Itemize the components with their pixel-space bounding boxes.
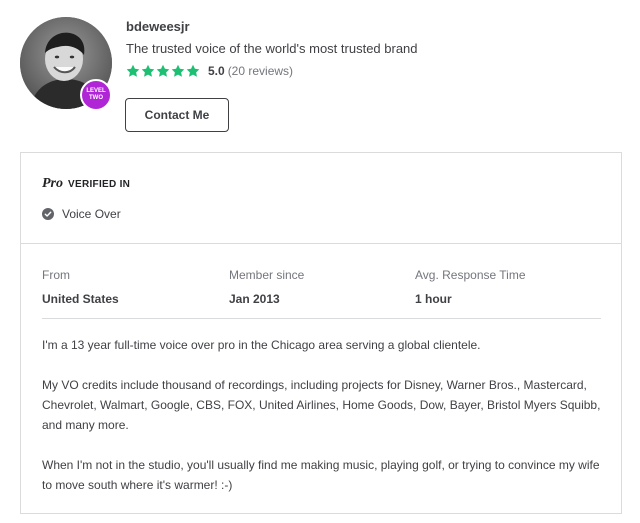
pro-logo: Pro	[42, 176, 63, 191]
contact-me-button[interactable]: Contact Me	[125, 98, 229, 132]
check-circle-icon	[42, 208, 54, 220]
level-badge: LEVEL TWO	[80, 79, 112, 111]
seller-description: I'm a 13 year full-time voice over pro i…	[42, 335, 606, 515]
pro-verified-title: Pro VERIFIED IN	[42, 176, 130, 192]
stats-divider	[42, 318, 601, 319]
pro-verified-card: Pro VERIFIED IN Voice Over	[20, 152, 622, 244]
stat-response-time-value: 1 hour	[415, 292, 452, 306]
pro-skill-label: Voice Over	[62, 207, 121, 221]
rating-stars	[126, 64, 200, 78]
description-paragraph: My VO credits include thousand of record…	[42, 378, 601, 432]
stat-response-time: Avg. Response Time 1 hour	[415, 268, 526, 306]
pro-verified-label: VERIFIED IN	[68, 179, 131, 190]
stat-from-value: United States	[42, 292, 119, 306]
seller-header: LEVEL TWO bdeweesjr The trusted voice of…	[0, 0, 640, 150]
rating-score: 5.0	[208, 64, 225, 78]
star-icon	[186, 64, 200, 77]
star-icon	[156, 64, 170, 77]
stat-from-label: From	[42, 268, 70, 282]
stat-response-time-label: Avg. Response Time	[415, 268, 526, 282]
seller-username[interactable]: bdeweesjr	[126, 19, 190, 34]
rating-summary[interactable]: 5.0 (20 reviews)	[126, 63, 293, 79]
description-paragraph: I'm a 13 year full-time voice over pro i…	[42, 338, 481, 352]
avatar-container[interactable]: LEVEL TWO	[20, 17, 112, 111]
pro-skill-item: Voice Over	[42, 207, 121, 221]
rating-count[interactable]: (20 reviews)	[228, 64, 293, 78]
stat-member-since: Member since Jan 2013	[229, 268, 304, 306]
stat-member-since-value: Jan 2013	[229, 292, 280, 306]
star-icon	[141, 64, 155, 77]
level-badge-line-1: LEVEL	[86, 88, 106, 94]
stat-member-since-label: Member since	[229, 268, 305, 282]
stat-from: From United States	[42, 268, 119, 306]
level-badge-line-2: TWO	[89, 95, 103, 101]
star-icon	[126, 64, 140, 77]
description-paragraph: When I'm not in the studio, you'll usual…	[42, 458, 600, 492]
star-icon	[171, 64, 185, 77]
seller-tagline: The trusted voice of the world's most tr…	[126, 41, 418, 56]
seller-info-card: From United States Member since Jan 2013…	[20, 243, 622, 514]
